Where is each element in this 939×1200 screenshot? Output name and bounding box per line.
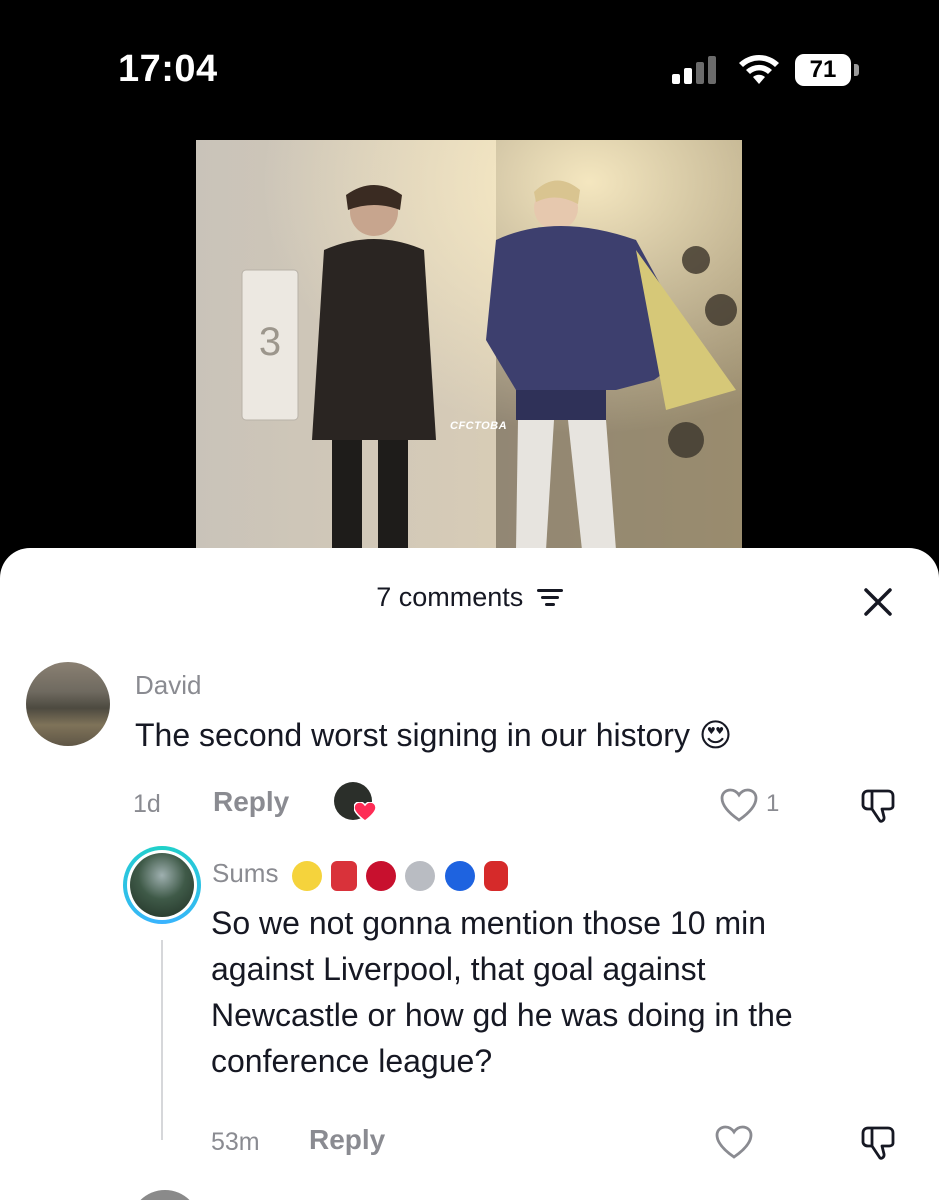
reply-button[interactable]: Reply: [213, 786, 289, 818]
reply-text: So we not gonna mention those 10 min aga…: [211, 900, 921, 1084]
battery-level: 71: [809, 56, 837, 83]
blue-circle-emoji: [444, 861, 475, 892]
reply-text-line: against Liverpool, that goal against: [211, 951, 706, 987]
reply-text-line: Newcastle or how gd he was doing in the: [211, 997, 793, 1033]
creator-liked-badge: [334, 782, 378, 826]
svg-text:3: 3: [259, 320, 281, 364]
like-heart-icon[interactable]: [715, 1125, 753, 1159]
heart-icon: [354, 802, 376, 822]
like-count: 1: [766, 790, 780, 817]
guitar-emoji: [330, 861, 357, 892]
mirror-ball-emoji: [405, 861, 436, 892]
sort-filter-icon[interactable]: [536, 586, 563, 608]
avatar-sums-story-ring[interactable]: [123, 846, 201, 924]
reply-text-line: So we not gonna mention those 10 min: [211, 905, 767, 941]
comments-count: 7 comments: [376, 582, 524, 612]
close-button[interactable]: [858, 582, 898, 622]
video-player[interactable]: 3 CFCTOBA: [196, 140, 742, 560]
comment-age: 1d: [133, 790, 161, 818]
dislike-icon[interactable]: [860, 788, 900, 824]
reply-text-line: conference league?: [211, 1043, 493, 1079]
cellular-signal-icon: [672, 56, 716, 84]
status-time: 17:04: [118, 48, 218, 90]
status-bar: 17:04 71: [0, 0, 939, 130]
thread-line: [161, 940, 163, 1140]
cherries-emoji: [366, 861, 397, 892]
comment-text: The second worst signing in our history …: [135, 712, 732, 758]
username-emojis: [291, 859, 510, 892]
like-heart-icon[interactable]: [720, 788, 758, 822]
wifi-icon: [739, 55, 779, 84]
comments-header: 7 comments: [0, 582, 939, 613]
battery-indicator: 71: [795, 54, 861, 86]
dancer-emoji: [483, 861, 508, 892]
comment-body: The second worst signing in our history: [135, 717, 690, 753]
video-watermark: CFCTOBA: [450, 420, 508, 432]
avatar-david[interactable]: [26, 662, 110, 746]
reply-age: 53m: [211, 1128, 260, 1156]
dislike-icon[interactable]: [860, 1125, 900, 1161]
next-comment-avatar[interactable]: [130, 1190, 200, 1200]
reply-username[interactable]: Sums: [212, 858, 278, 888]
close-icon: [864, 588, 892, 616]
reply-username-row[interactable]: Sums: [212, 858, 510, 892]
lemon-emoji: [291, 861, 322, 892]
reply-button[interactable]: Reply: [309, 1124, 385, 1156]
video-still: 3: [196, 140, 742, 560]
avatar-sums: [130, 853, 194, 917]
heart-eyes-emoji: 😍: [698, 716, 733, 754]
comments-sheet: 7 comments David The second worst signin…: [0, 548, 939, 1200]
comment-username[interactable]: David: [135, 670, 201, 701]
